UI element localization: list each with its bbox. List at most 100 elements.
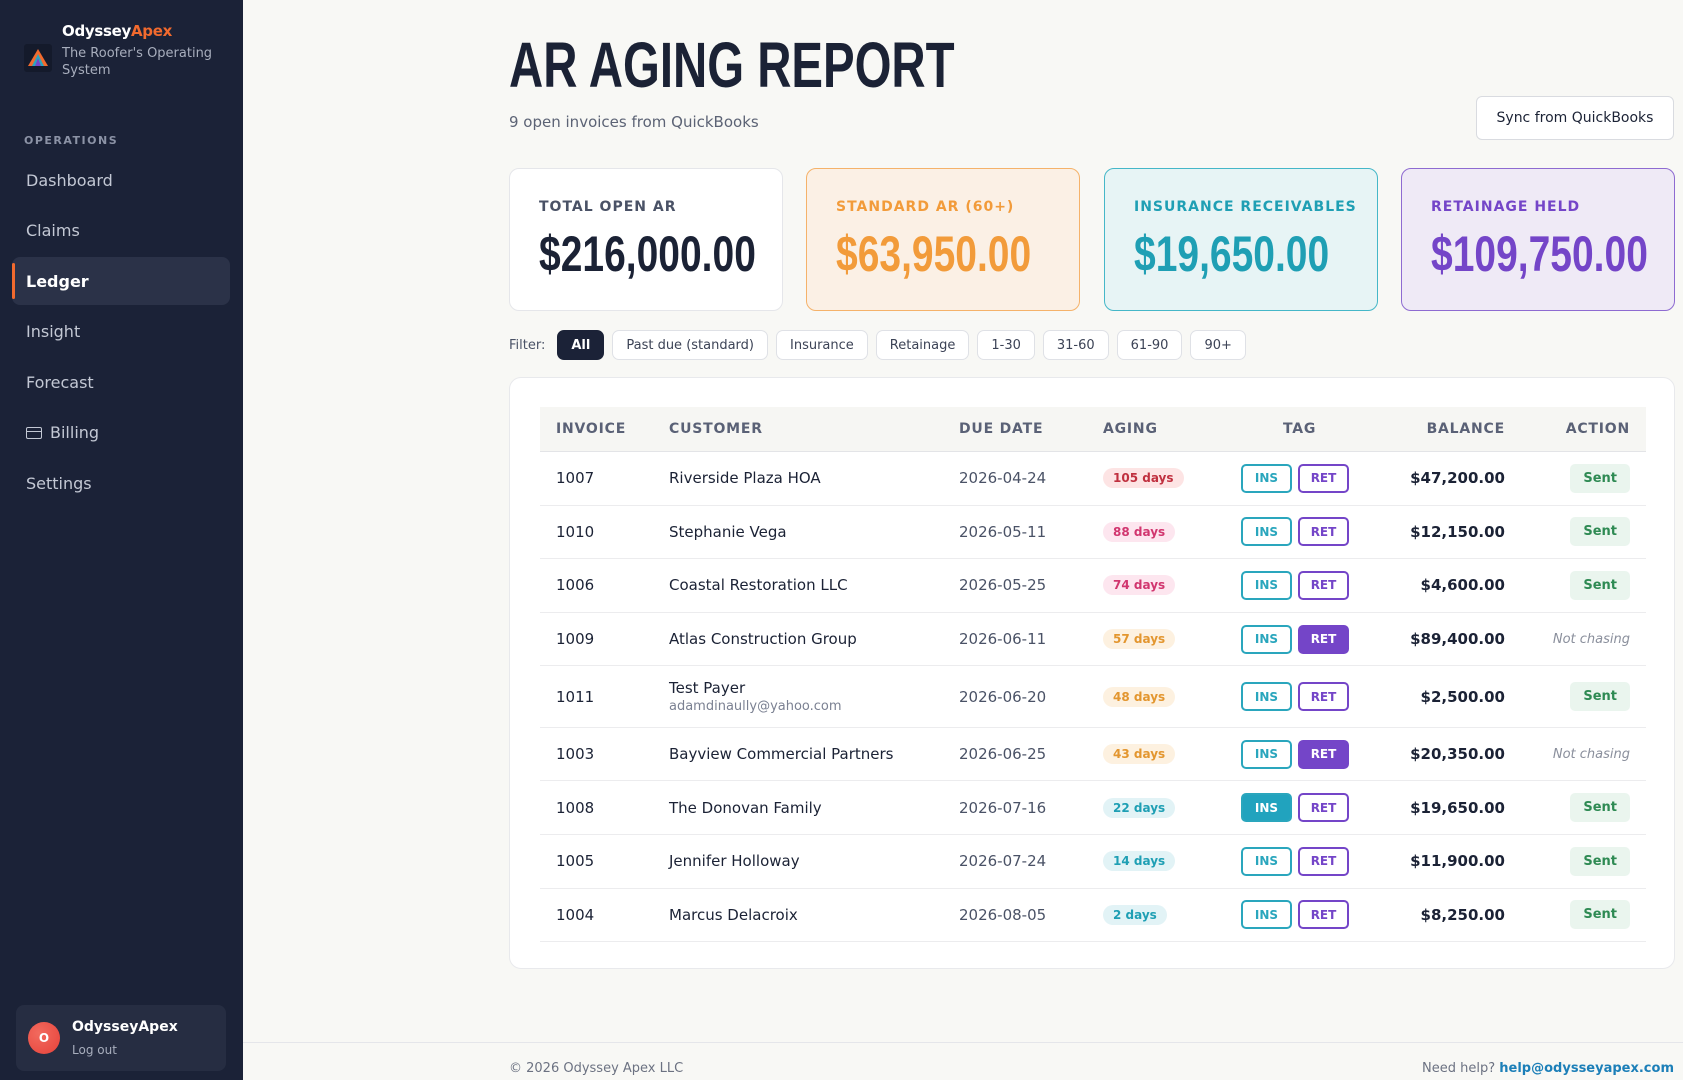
aging-cell: 88 days [1103,506,1176,559]
due-date: 2026-06-20 [959,687,1047,706]
card-standard-ar: STANDARD AR (60+) $63,950.00 [806,168,1080,311]
customer-name: Riverside Plaza HOA [669,469,821,488]
tag-ret-toggle[interactable]: RET [1298,739,1349,769]
column-header-customer[interactable]: CUSTOMER [669,407,763,452]
sent-badge[interactable]: Sent [1570,517,1630,547]
table-row[interactable]: 1007 Riverside Plaza HOA 2026-04-24 105 day… [540,452,1646,506]
tag-ins-toggle[interactable]: INS [1241,463,1292,493]
not-chasing-label: Not chasing [1552,631,1630,647]
card-value: $63,950.00 [836,226,1032,282]
filter-chip-insurance[interactable]: Insurance [776,330,868,360]
balance: $8,250.00 [1420,905,1505,924]
invoice-number[interactable]: 1010 [556,506,594,559]
sidebar-item-insight[interactable]: Insight [12,308,230,356]
due-date: 2026-04-24 [959,469,1047,488]
aging-badge: 88 days [1103,521,1176,542]
invoice-number[interactable]: 1005 [556,835,594,888]
filter-chip-61-90[interactable]: 61-90 [1116,330,1183,360]
column-header-due-date[interactable]: DUE DATE [959,407,1043,452]
tag-ret-toggle[interactable]: RET [1298,570,1349,600]
table-row[interactable]: 1005 Jennifer Holloway 2026-07-24 14 days IN… [540,835,1646,889]
tag-ins-toggle[interactable]: INS [1241,900,1292,930]
filter-chip-31-60[interactable]: 31-60 [1042,330,1109,360]
filter-chip-90-plus[interactable]: 90+ [1190,330,1246,360]
table-row[interactable]: 1010 Stephanie Vega 2026-05-11 88 days INS RE… [540,506,1646,560]
sent-badge[interactable]: Sent [1570,900,1630,930]
invoice-number[interactable]: 1008 [556,782,594,835]
due-date: 2026-05-25 [959,576,1047,595]
sidebar-item-billing[interactable]: Billing [12,409,230,457]
card-label: INSURANCE RECEIVABLES [1134,199,1357,215]
customer-cell: The Donovan Family [669,782,822,835]
tag-ret-toggle[interactable]: RET [1298,624,1349,654]
column-header-invoice[interactable]: INVOICE [556,407,626,452]
table-row[interactable]: 1008 The Donovan Family 2026-07-16 22 days I… [540,782,1646,836]
help-email-link[interactable]: help@odysseyapex.com [1499,1061,1674,1076]
invoice-number[interactable]: 1003 [556,728,594,781]
invoice-number[interactable]: 1007 [556,452,594,505]
customer-name: Stephanie Vega [669,522,787,541]
sidebar-item-dashboard[interactable]: Dashboard [12,156,230,204]
table-row[interactable]: 1003 Bayview Commercial Partners 2026-06-2… [540,728,1646,782]
tag-ret-toggle[interactable]: RET [1298,517,1349,547]
table-row[interactable]: 1009 Atlas Construction Group 2026-06-11 57… [540,613,1646,667]
sent-badge[interactable]: Sent [1570,463,1630,493]
invoice-number[interactable]: 1004 [556,889,594,942]
filter-chip-retainage[interactable]: Retainage [875,330,970,360]
tag-ret-toggle[interactable]: RET [1298,682,1349,712]
balance: $4,600.00 [1420,576,1505,595]
logout-link[interactable]: Log out [72,1043,178,1057]
customer-name: Bayview Commercial Partners [669,745,894,764]
due-date: 2026-06-25 [959,745,1047,764]
help-text: Need help? [1422,1061,1496,1076]
tag-ins-toggle[interactable]: INS [1241,517,1292,547]
due-date: 2026-05-11 [959,522,1047,541]
tag-ret-toggle[interactable]: RET [1298,900,1349,930]
column-header-balance[interactable]: BALANCE [1427,407,1505,452]
card-label: RETAINAGE HELD [1431,199,1581,215]
sync-quickbooks-button[interactable]: Sync from QuickBooks [1476,96,1674,140]
invoice-number[interactable]: 1009 [556,613,594,666]
user-card: O OdysseyApex Log out [16,1005,226,1071]
sidebar-item-ledger[interactable]: Ledger [12,257,230,305]
table-row[interactable]: 1006 Coastal Restoration LLC 2026-05-25 74 … [540,559,1646,613]
sent-badge[interactable]: Sent [1570,793,1630,823]
table-row[interactable]: 1004 Marcus Delacroix 2026-08-05 2 days INS R… [540,889,1646,943]
brand[interactable]: OdysseyApex The Roofer's Operating Syste… [24,22,222,79]
customer-cell: Stephanie Vega [669,506,787,559]
card-insurance-receivables: INSURANCE RECEIVABLES $19,650.00 [1104,168,1378,311]
balance: $89,400.00 [1410,630,1505,649]
tag-ins-toggle[interactable]: INS [1241,624,1292,654]
filter-chip-past-due[interactable]: Past due (standard) [612,330,768,360]
tag-ret-toggle[interactable]: RET [1298,846,1349,876]
filter-chip-1-30[interactable]: 1-30 [977,330,1035,360]
tag-ins-toggle[interactable]: INS [1241,682,1292,712]
tag-ins-toggle[interactable]: INS [1241,739,1292,769]
brand-tagline: The Roofer's Operating System [62,46,213,78]
sidebar-item-settings[interactable]: Settings [12,459,230,507]
tag-ins-toggle[interactable]: INS [1241,793,1292,823]
filter-bar: Filter: All Past due (standard) Insuranc… [509,330,1254,360]
sidebar-nav: Dashboard Claims Ledger Insight Forecast… [12,156,230,510]
brand-logo-icon [24,44,52,72]
sent-badge[interactable]: Sent [1570,846,1630,876]
sidebar-item-forecast[interactable]: Forecast [12,358,230,406]
customer-cell: Bayview Commercial Partners [669,728,893,781]
sent-badge[interactable]: Sent [1570,570,1630,600]
tag-ins-toggle[interactable]: INS [1241,846,1292,876]
tag-ret-toggle[interactable]: RET [1298,793,1349,823]
balance: $19,650.00 [1410,798,1505,817]
table-row[interactable]: 1011 Test Payer adamdinaully@yahoo.com 2026… [540,666,1646,728]
due-date: 2026-07-16 [959,798,1047,817]
avatar[interactable]: O [28,1022,60,1054]
column-header-aging[interactable]: AGING [1103,407,1158,452]
sent-badge[interactable]: Sent [1570,682,1630,712]
invoice-number[interactable]: 1006 [556,559,594,612]
invoice-number[interactable]: 1011 [556,666,594,727]
sidebar-item-claims[interactable]: Claims [12,207,230,255]
page-title: AR AGING REPORT [509,29,955,101]
filter-chip-all[interactable]: All [557,330,605,360]
action-cell: Sent [1570,506,1630,559]
tag-ret-toggle[interactable]: RET [1298,463,1349,493]
tag-ins-toggle[interactable]: INS [1241,570,1292,600]
